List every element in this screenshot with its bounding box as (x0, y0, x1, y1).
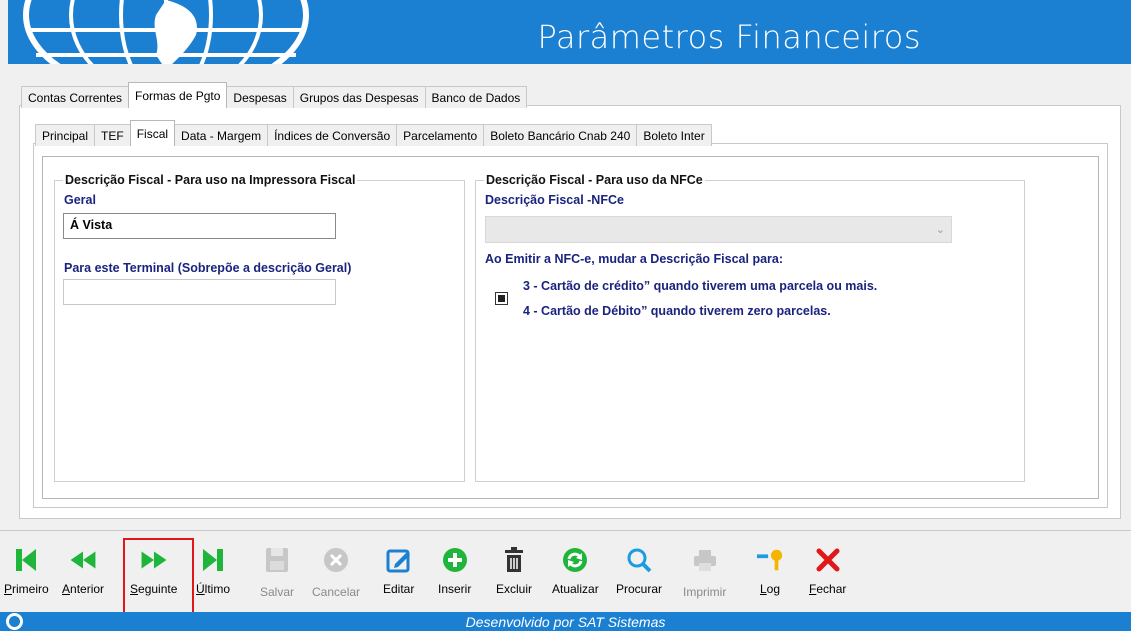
card-description-checkbox[interactable] (495, 292, 508, 305)
tab-parcelamento[interactable]: Parcelamento (396, 124, 485, 146)
cancel-button[interactable]: Cancelar (312, 546, 360, 599)
close-icon (814, 546, 842, 574)
refresh-button[interactable]: Atualizar (552, 546, 599, 596)
edit-icon (385, 546, 413, 574)
delete-button[interactable]: Excluir (496, 546, 532, 596)
plus-icon (441, 546, 469, 574)
rewind-icon (69, 546, 97, 574)
save-button[interactable]: Salvar (260, 546, 294, 599)
insert-button[interactable]: Inserir (438, 546, 471, 596)
app-window: Parâmetros Financeiros Contas Correntes … (0, 0, 1131, 631)
printer-icon (691, 546, 719, 574)
close-button[interactable]: Fechar (809, 546, 846, 596)
nfce-fiscal-group-title: Descrição Fiscal - Para uso da NFCe (484, 173, 705, 187)
general-description-input[interactable]: Á Vista (63, 213, 336, 239)
first-button[interactable]: Primeiro (4, 546, 49, 596)
highlight-box (123, 538, 194, 618)
sub-tabs: Principal TEF Fiscal Data - Margem Índic… (35, 120, 712, 146)
nfce-description-label: Descrição Fiscal -NFCe (485, 193, 624, 207)
footer-bar: Desenvolvido por SAT Sistemas (0, 612, 1131, 631)
main-tabs: Contas Correntes Formas de Pgto Despesas… (21, 82, 528, 108)
previous-button[interactable]: Anterior (62, 546, 104, 596)
search-button[interactable]: Procurar (616, 546, 662, 596)
skip-first-icon (12, 546, 40, 574)
tab-indices-de-conversao[interactable]: Índices de Conversão (267, 124, 398, 146)
tab-formas-de-pgto[interactable]: Formas de Pgto (128, 82, 228, 108)
edit-button[interactable]: Editar (383, 546, 414, 596)
cancel-icon (322, 546, 350, 574)
nfce-description-select[interactable]: ⌄ (485, 216, 952, 243)
log-button[interactable]: Log (756, 546, 784, 596)
refresh-icon (561, 546, 589, 574)
emit-nfce-label: Ao Emitir a NFC-e, mudar a Descrição Fis… (485, 252, 784, 266)
chevron-down-icon: ⌄ (935, 224, 945, 236)
general-label: Geral (64, 193, 96, 207)
option-credit-text: 3 - Cartão de crédito” quando tiverem um… (523, 279, 878, 293)
tab-fiscal[interactable]: Fiscal (129, 120, 176, 146)
tab-despesas[interactable]: Despesas (226, 86, 294, 108)
print-button[interactable]: Imprimir (683, 546, 726, 599)
tab-grupos-das-despesas[interactable]: Grupos das Despesas (292, 86, 426, 108)
tab-boleto-inter[interactable]: Boleto Inter (636, 124, 712, 146)
option-debit-text: 4 - Cartão de Débito” quando tiverem zer… (523, 304, 831, 318)
search-icon (625, 546, 653, 574)
printer-fiscal-group-title: Descrição Fiscal - Para uso na Impressor… (63, 173, 358, 187)
tab-contas-correntes[interactable]: Contas Correntes (21, 86, 130, 108)
last-button[interactable]: Último (196, 546, 230, 596)
tab-principal[interactable]: Principal (35, 124, 96, 146)
tab-data-margem[interactable]: Data - Margem (174, 124, 269, 146)
tab-boleto-bancario-cnab-240[interactable]: Boleto Bancário Cnab 240 (483, 124, 638, 146)
floppy-disk-icon (263, 546, 291, 574)
tab-tef[interactable]: TEF (94, 124, 131, 146)
globe-logo (23, 0, 309, 64)
terminal-label: Para este Terminal (Sobrepõe a descrição… (64, 261, 352, 275)
trash-icon (500, 546, 528, 574)
header-banner: Parâmetros Financeiros (8, 0, 1131, 64)
terminal-description-input[interactable] (63, 279, 336, 305)
skip-last-icon (199, 546, 227, 574)
tab-banco-de-dados[interactable]: Banco de Dados (424, 86, 528, 108)
key-icon (756, 546, 784, 574)
window-title: Parâmetros Financeiros (537, 18, 921, 56)
footer-text: Desenvolvido por SAT Sistemas (465, 614, 666, 630)
